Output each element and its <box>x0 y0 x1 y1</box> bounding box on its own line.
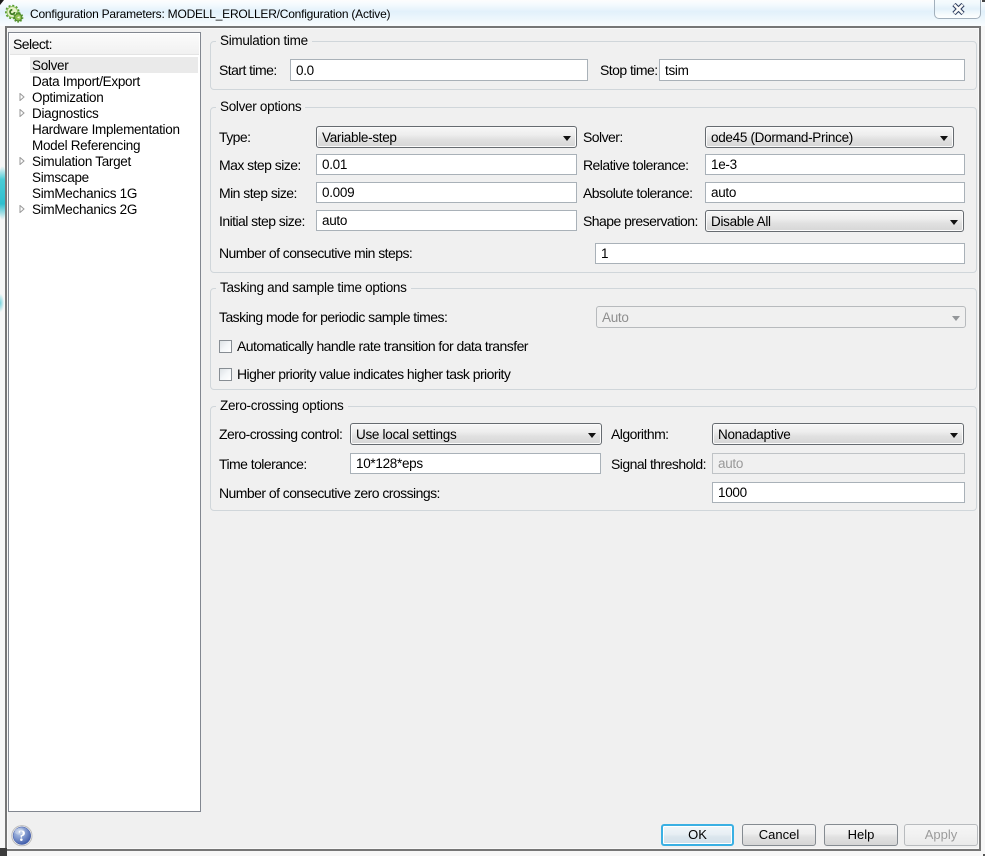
svg-text:?: ? <box>18 828 26 845</box>
